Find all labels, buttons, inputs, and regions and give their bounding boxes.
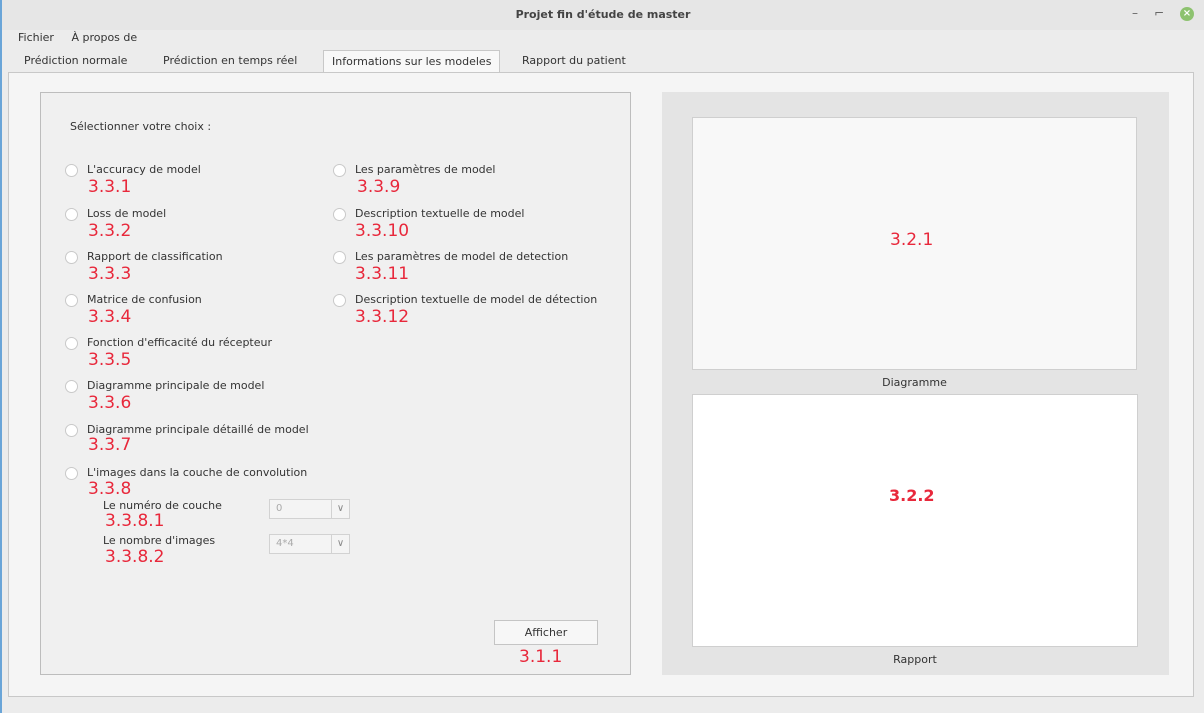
- option-label: L'images dans la couche de convolution: [87, 466, 308, 479]
- option-code: 3.3.10: [355, 221, 410, 241]
- image-count-value: 4*4: [276, 538, 294, 549]
- image-count-select[interactable]: 4*4 ∨: [269, 534, 350, 554]
- afficher-button[interactable]: Afficher: [494, 620, 598, 645]
- radio-matrice-confusion[interactable]: [65, 294, 78, 307]
- afficher-code: 3.1.1: [519, 647, 563, 667]
- radio-description-detection[interactable]: [333, 294, 346, 307]
- option-code: 3.3.7: [88, 435, 132, 455]
- choice-prompt: Sélectionner votre choix :: [70, 120, 212, 133]
- option-label: Rapport de classification: [87, 250, 223, 263]
- option-label: Diagramme principale de model: [87, 379, 265, 392]
- minimize-icon[interactable]: –: [1132, 6, 1138, 20]
- radio-loss[interactable]: [65, 208, 78, 221]
- option-code: 3.3.4: [88, 307, 132, 327]
- radio-images-convolution[interactable]: [65, 467, 78, 480]
- option-code: 3.3.5: [88, 350, 132, 370]
- menu-a-propos[interactable]: À propos de: [71, 31, 137, 44]
- option-label: Fonction d'efficacité du récepteur: [87, 336, 273, 349]
- option-code: 3.3.3: [88, 264, 132, 284]
- option-label: Les paramètres de model de detection: [355, 250, 569, 263]
- diagram-view: 3.2.1: [692, 117, 1137, 370]
- menu-fichier[interactable]: Fichier: [18, 31, 54, 44]
- menu-bar: Fichier À propos de: [18, 31, 151, 47]
- image-count-code: 3.3.8.2: [105, 547, 165, 567]
- option-label: Loss de model: [87, 207, 167, 220]
- diagram-caption: Diagramme: [882, 376, 947, 389]
- option-code: 3.3.9: [357, 177, 401, 197]
- radio-parametres-model[interactable]: [333, 164, 346, 177]
- layer-number-select[interactable]: 0 ∨: [269, 499, 350, 519]
- layer-number-code: 3.3.8.1: [105, 511, 165, 531]
- option-code: 3.3.12: [355, 307, 410, 327]
- option-label: Matrice de confusion: [87, 293, 202, 306]
- radio-diagramme-detaille[interactable]: [65, 424, 78, 437]
- option-label: Description textuelle de model de détect…: [355, 293, 598, 306]
- radio-description-model[interactable]: [333, 208, 346, 221]
- radio-parametres-detection[interactable]: [333, 251, 346, 264]
- chevron-down-icon: ∨: [331, 500, 349, 518]
- option-code: 3.3.2: [88, 221, 132, 241]
- diagram-code: 3.2.1: [890, 230, 934, 250]
- tab-informations-modeles[interactable]: Informations sur les modeles: [323, 50, 501, 72]
- report-code: 3.2.2: [889, 486, 935, 505]
- layer-number-value: 0: [276, 503, 283, 514]
- radio-diagramme-principale[interactable]: [65, 380, 78, 393]
- option-label: Les paramètres de model: [355, 163, 496, 176]
- option-code: 3.3.11: [355, 264, 410, 284]
- option-code: 3.3.1: [88, 177, 132, 197]
- option-code: 3.3.8: [88, 479, 132, 499]
- report-caption: Rapport: [893, 653, 937, 666]
- option-code: 3.3.6: [88, 393, 132, 413]
- tab-prediction-temps-reel[interactable]: Prédiction en temps réel: [155, 50, 305, 72]
- report-view: 3.2.2: [692, 394, 1138, 647]
- close-icon[interactable]: ×: [1180, 7, 1194, 21]
- window-title: Projet fin d'étude de master: [515, 8, 691, 21]
- option-label: Description textuelle de model: [355, 207, 525, 220]
- radio-accuracy[interactable]: [65, 164, 78, 177]
- image-count-label: Le nombre d'images: [103, 534, 216, 547]
- option-label: L'accuracy de model: [87, 163, 201, 176]
- radio-rapport-classification[interactable]: [65, 251, 78, 264]
- chevron-down-icon: ∨: [331, 535, 349, 553]
- tab-prediction-normale[interactable]: Prédiction normale: [16, 50, 135, 72]
- restore-icon[interactable]: ⌐: [1154, 6, 1164, 20]
- title-bar: Projet fin d'étude de master – ⌐ ×: [2, 0, 1204, 30]
- tab-rapport-patient[interactable]: Rapport du patient: [514, 50, 634, 72]
- radio-fonction-efficacite[interactable]: [65, 337, 78, 350]
